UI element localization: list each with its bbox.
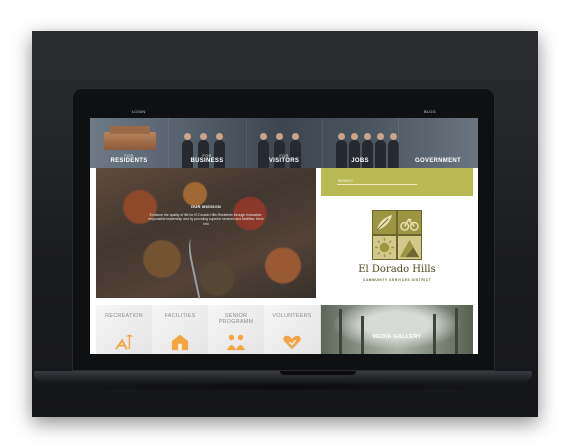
mission-text[interactable]: Enhance the quality of life for El Dorad…	[146, 213, 266, 226]
sun-icon	[372, 235, 397, 260]
search-input[interactable]	[337, 178, 417, 185]
search-band	[321, 168, 473, 196]
laptop-notch	[280, 371, 356, 375]
nav-visitors-prefix: FOR	[279, 153, 289, 158]
tile-label: FACILITIES	[164, 313, 196, 319]
tile-label: VOLUNTEERS	[272, 313, 312, 319]
nav-jobs[interactable]: JOBS	[322, 118, 399, 168]
tile-facilities[interactable]: FACILITIES	[152, 305, 209, 354]
nav-visitors-label: VISITORS	[268, 158, 300, 164]
nav-visitors[interactable]: FOR VISITORS	[246, 118, 323, 168]
logo-grid	[372, 210, 422, 260]
tile-recreation[interactable]: RECREATION	[96, 305, 153, 354]
heart-hand-icon	[283, 335, 301, 350]
media-gallery-label: MEDIA GALLERY	[372, 334, 422, 340]
website-screen: FOR RESIDENTS FOR BUSINESS FOR VISITORS JOB…	[90, 118, 478, 354]
logo-name: El Dorado Hills	[358, 264, 436, 275]
hills-icon	[397, 235, 422, 260]
site-topbar: LOGIN BLOG	[90, 106, 478, 118]
nav-residents-prefix: FOR	[124, 153, 134, 158]
nav-residents[interactable]: FOR RESIDENTS	[90, 118, 169, 168]
beach-chair-icon	[115, 334, 133, 350]
login-link[interactable]: LOGIN	[132, 109, 145, 114]
laptop-shadow	[60, 382, 508, 392]
nav-business[interactable]: FOR BUSINESS	[168, 118, 247, 168]
nav-government[interactable]: GOVERNMENT	[398, 118, 478, 168]
tile-senior-program[interactable]: SENIOR PROGRAMM	[208, 305, 265, 354]
logo-subtitle: COMMUNITY SERVICES DISTRICT	[362, 278, 432, 282]
bicycle-icon	[397, 210, 422, 235]
nav-business-label: BUSINESS	[190, 158, 224, 164]
blog-link[interactable]: BLOG	[424, 109, 436, 114]
nav-jobs-label: JOBS	[351, 158, 369, 164]
hero-banner: FOR RESIDENTS FOR BUSINESS FOR VISITORS JOB…	[90, 118, 478, 168]
mission-forest-photo: OUR MISSION Enhance the quality of life …	[96, 168, 316, 299]
nav-business-prefix: FOR	[202, 153, 212, 158]
nav-residents-label: RESIDENTS	[110, 158, 148, 164]
tree-trunk	[455, 308, 458, 354]
tree-trunk	[339, 309, 342, 354]
edh-logo: El Dorado Hills COMMUNITY SERVICES DISTR…	[321, 196, 473, 298]
road-line	[185, 237, 213, 299]
media-gallery-tile[interactable]: MEDIA GALLERY	[321, 305, 473, 354]
building-icon	[171, 334, 189, 351]
mission-title: OUR MISSION	[190, 204, 222, 209]
laptop-base	[34, 371, 532, 382]
tile-label: SENIOR PROGRAMM	[218, 313, 254, 325]
leaf-icon	[372, 210, 397, 235]
tile-label: RECREATION	[105, 313, 143, 319]
people-icon	[227, 334, 245, 351]
nav-government-label: GOVERNMENT	[414, 158, 461, 164]
tile-volunteers[interactable]: VOLUNTEERS	[264, 305, 321, 354]
